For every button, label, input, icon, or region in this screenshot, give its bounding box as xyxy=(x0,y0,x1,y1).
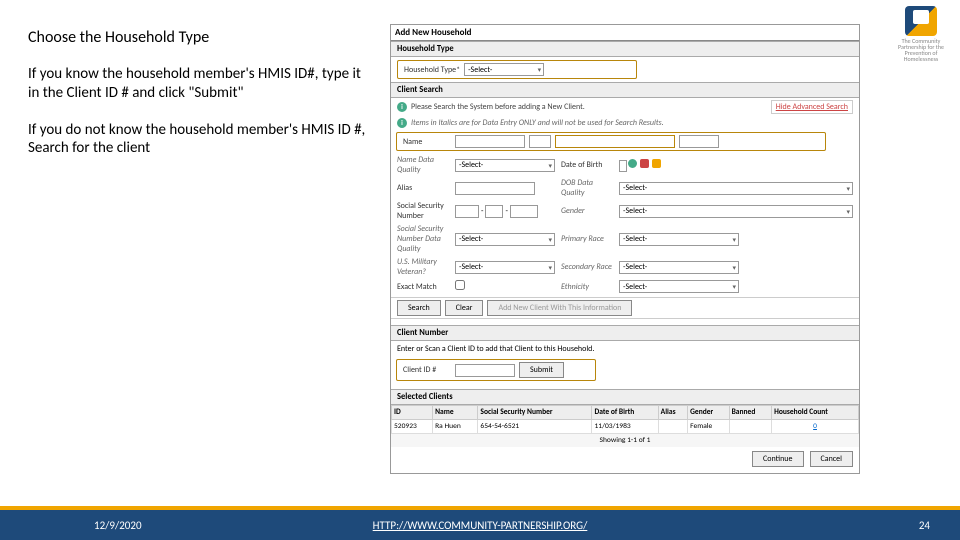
slide-title: Choose the Household Type xyxy=(28,28,373,47)
window-title: Add New Household xyxy=(391,25,859,41)
ssn3-input[interactable] xyxy=(510,205,538,218)
cancel-button[interactable]: Cancel xyxy=(810,451,854,467)
col-alias: Alias xyxy=(658,406,687,420)
ssndq-label: Social Security Number Data Quality xyxy=(397,224,449,254)
italic-note: Items in Italics are for Data Entry ONLY… xyxy=(411,118,664,128)
app-screenshot: Add New Household Household Type Househo… xyxy=(390,24,860,474)
client-id-input[interactable] xyxy=(455,364,515,377)
exact-match-checkbox[interactable] xyxy=(455,280,465,290)
client-number-instruction: Enter or Scan a Client ID to add that Cl… xyxy=(391,341,859,357)
search-instruction: Please Search the System before adding a… xyxy=(411,102,585,112)
dob-label: Date of Birth xyxy=(561,160,613,170)
alias-input[interactable] xyxy=(455,182,535,195)
prace-label: Primary Race xyxy=(561,234,613,244)
ssndq-select[interactable]: -Select- xyxy=(455,233,555,246)
name-label: Name xyxy=(403,137,451,147)
info-icon: i xyxy=(397,102,407,112)
section-client-search: Client Search xyxy=(391,82,859,98)
ndq-select[interactable]: -Select- xyxy=(455,159,555,172)
instruction-1: If you know the household member's HMIS … xyxy=(28,65,373,103)
household-type-select[interactable]: -Select- xyxy=(464,63,544,76)
section-selected-clients: Selected Clients xyxy=(391,389,859,405)
footer-url: HTTP://WWW.COMMUNITY-PARTNERSHIP.ORG/ xyxy=(373,519,588,532)
gender-label: Gender xyxy=(561,206,613,216)
clear-date-icon[interactable] xyxy=(640,159,649,168)
search-button[interactable]: Search xyxy=(397,300,441,316)
footer-date: 12/9/2020 xyxy=(94,519,142,532)
calendar-icon[interactable] xyxy=(628,159,637,168)
ssn2-input[interactable] xyxy=(485,205,503,218)
submit-button[interactable]: Submit xyxy=(519,362,564,378)
table-row[interactable]: 520923 Ra Huen 654-54-6521 11/03/1983 Fe… xyxy=(392,420,859,434)
col-id: ID xyxy=(392,406,433,420)
org-logo: The Community Partnership for the Preven… xyxy=(890,6,952,68)
continue-button[interactable]: Continue xyxy=(752,451,803,467)
info-icon: i xyxy=(397,118,407,128)
col-name: Name xyxy=(433,406,478,420)
first-name-input[interactable] xyxy=(455,135,525,148)
ssn1-input[interactable] xyxy=(455,205,479,218)
clear-button[interactable]: Clear xyxy=(445,300,484,316)
col-gender: Gender xyxy=(688,406,729,420)
showing-count: Showing 1-1 of 1 xyxy=(391,434,859,447)
add-new-client-button[interactable]: Add New Client With This Information xyxy=(487,300,632,316)
selected-clients-table: ID Name Social Security Number Date of B… xyxy=(391,405,859,434)
hide-advanced-search[interactable]: Hide Advanced Search xyxy=(771,100,853,114)
srace-select[interactable]: -Select- xyxy=(619,261,739,274)
instruction-2: If you do not know the household member'… xyxy=(28,121,373,159)
page-number: 24 xyxy=(919,519,930,532)
instructions-panel: Choose the Household Type If you know th… xyxy=(28,28,373,176)
copy-icon[interactable] xyxy=(652,159,661,168)
col-dob: Date of Birth xyxy=(592,406,658,420)
alias-label: Alias xyxy=(397,183,449,193)
dobdq-label: DOB Data Quality xyxy=(561,178,613,198)
col-ssn: Social Security Number xyxy=(478,406,592,420)
slide-footer: 12/9/2020 HTTP://WWW.COMMUNITY-PARTNERSH… xyxy=(0,510,960,540)
eth-label: Ethnicity xyxy=(561,282,613,292)
gender-select[interactable]: -Select- xyxy=(619,205,853,218)
dobdq-select[interactable]: -Select- xyxy=(619,182,853,195)
vet-label: U.S. Military Veteran? xyxy=(397,257,449,277)
col-hhc: Household Count xyxy=(772,406,859,420)
mi-input[interactable] xyxy=(529,135,551,148)
section-household-type: Household Type xyxy=(391,41,859,57)
last-name-input[interactable] xyxy=(555,135,675,148)
dob-input[interactable] xyxy=(619,160,627,172)
section-client-number: Client Number xyxy=(391,325,859,341)
ssn-label: Social Security Number xyxy=(397,201,449,221)
eth-select[interactable]: -Select- xyxy=(619,280,739,293)
org-name: The Community Partnership for the Preven… xyxy=(890,38,952,62)
client-id-label: Client ID # xyxy=(403,365,451,375)
vet-select[interactable]: -Select- xyxy=(455,261,555,274)
ndq-label: Name Data Quality xyxy=(397,155,449,175)
col-banned: Banned xyxy=(729,406,772,420)
prace-select[interactable]: -Select- xyxy=(619,233,739,246)
exact-label: Exact Match xyxy=(397,282,449,292)
house-icon xyxy=(905,6,937,36)
suffix-input[interactable] xyxy=(679,135,719,148)
srace-label: Secondary Race xyxy=(561,262,613,272)
household-type-label: Household Type* xyxy=(404,65,460,75)
